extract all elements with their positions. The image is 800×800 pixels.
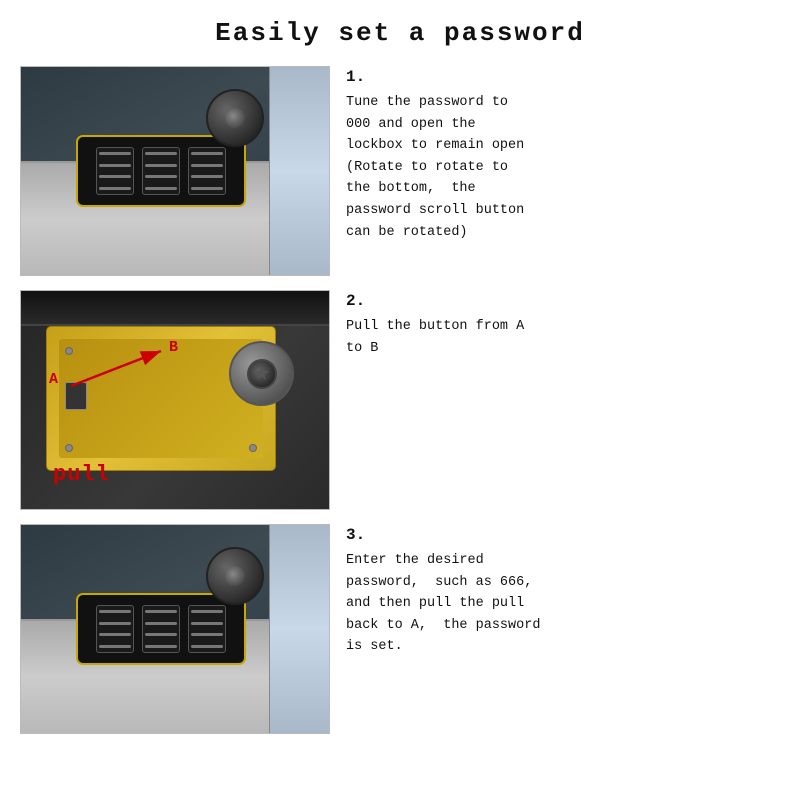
step-3-row: 3. Enter the desired password, such as 6… bbox=[20, 524, 780, 734]
step-1-photo bbox=[21, 67, 329, 275]
step-1-description: Tune the password to 000 and open the lo… bbox=[346, 92, 780, 243]
step-2-row: A B pull 2. Pull t bbox=[20, 290, 780, 510]
arrow-a-to-b bbox=[61, 341, 181, 401]
step-1-number: 1. bbox=[346, 68, 780, 86]
step-1-row: 1. Tune the password to 000 and open the… bbox=[20, 66, 780, 276]
step-3-description: Enter the desired password, such as 666,… bbox=[346, 550, 780, 658]
digit-6 bbox=[188, 605, 226, 653]
metal-strip bbox=[269, 67, 329, 275]
pull-label: pull bbox=[53, 462, 110, 487]
page-container: Easily set a password bbox=[0, 0, 800, 800]
digit-5 bbox=[142, 605, 180, 653]
step-2-number: 2. bbox=[346, 292, 780, 310]
cylinder-lock bbox=[229, 341, 294, 406]
step-2-description: Pull the button from A to B bbox=[346, 316, 780, 359]
page-title: Easily set a password bbox=[20, 18, 780, 48]
step-3-text: 3. Enter the desired password, such as 6… bbox=[346, 524, 780, 658]
knob-top-1 bbox=[206, 89, 264, 147]
step-2-text: 2. Pull the button from A to B bbox=[346, 290, 780, 359]
step-1-text: 1. Tune the password to 000 and open the… bbox=[346, 66, 780, 243]
digit-1 bbox=[96, 147, 134, 195]
step-3-number: 3. bbox=[346, 526, 780, 544]
knob-top-3 bbox=[206, 547, 264, 605]
combo-panel-3 bbox=[76, 593, 246, 665]
digit-2 bbox=[142, 147, 180, 195]
step-2-image: A B pull bbox=[20, 290, 330, 510]
step-2-photo: A B pull bbox=[21, 291, 329, 509]
step-3-image bbox=[20, 524, 330, 734]
label-a: A bbox=[49, 371, 58, 388]
digit-4 bbox=[96, 605, 134, 653]
combo-panel-1 bbox=[76, 135, 246, 207]
step-1-image bbox=[20, 66, 330, 276]
step-3-photo bbox=[21, 525, 329, 733]
digit-3 bbox=[188, 147, 226, 195]
